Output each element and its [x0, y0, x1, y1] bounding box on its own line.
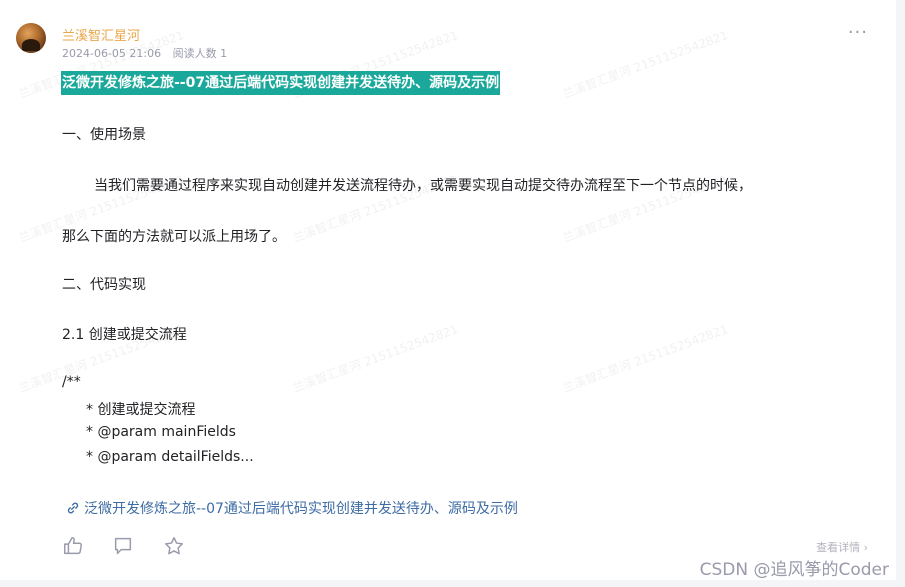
comment-icon[interactable] — [112, 535, 134, 557]
code-line: * 创建或提交流程 — [86, 402, 196, 418]
code-line: * @param detailFields... — [86, 449, 254, 465]
more-dots-icon[interactable]: ··· — [848, 22, 868, 43]
post-date: 2024-06-05 21:06 — [62, 47, 162, 60]
section-heading: 一、使用场景 — [62, 127, 146, 143]
chevron-right-icon: › — [863, 541, 868, 554]
watermark-text: 兰溪智汇星河 2151152542821 — [560, 321, 730, 396]
site-watermark: CSDN @追风筝的Coder — [699, 560, 889, 580]
post-meta: 2024-06-05 21:06 阅读人数 1 — [62, 45, 227, 61]
read-count: 阅读人数 1 — [172, 47, 228, 60]
article-link[interactable]: 泛微开发修炼之旅--07通过后端代码实现创建并发送待办、源码及示例 — [66, 498, 518, 519]
watermark-text: 兰溪智汇星河 2151152542821 — [290, 321, 460, 396]
code-line: * @param mainFields — [86, 424, 236, 440]
thumbs-up-icon[interactable] — [62, 535, 84, 557]
section-heading: 二、代码实现 — [62, 277, 146, 293]
paragraph: 那么下面的方法就可以派上用场了。 — [62, 229, 286, 245]
post-card: 兰溪智汇星河 2151152542821 兰溪智汇星河 215115254282… — [0, 0, 896, 580]
watermark-text: 兰溪智汇星河 2151152542821 — [560, 27, 730, 102]
star-icon[interactable] — [163, 535, 185, 557]
author-avatar[interactable] — [16, 23, 46, 53]
view-details-label: 查看详情 — [816, 541, 861, 554]
view-details-button[interactable]: 查看详情 › — [816, 539, 868, 555]
author-name[interactable]: 兰溪智汇星河 — [62, 25, 140, 44]
post-title: 泛微开发修炼之旅--07通过后端代码实现创建并发送待办、源码及示例 — [61, 71, 501, 95]
code-line: /** — [62, 374, 81, 390]
link-icon — [66, 501, 80, 519]
article-link-text[interactable]: 泛微开发修炼之旅--07通过后端代码实现创建并发送待办、源码及示例 — [84, 501, 518, 517]
paragraph: 当我们需要通过程序来实现自动创建并发送流程待办，或需要实现自动提交待办流程至下一… — [94, 178, 752, 194]
subsection-heading: 2.1 创建或提交流程 — [62, 327, 187, 343]
